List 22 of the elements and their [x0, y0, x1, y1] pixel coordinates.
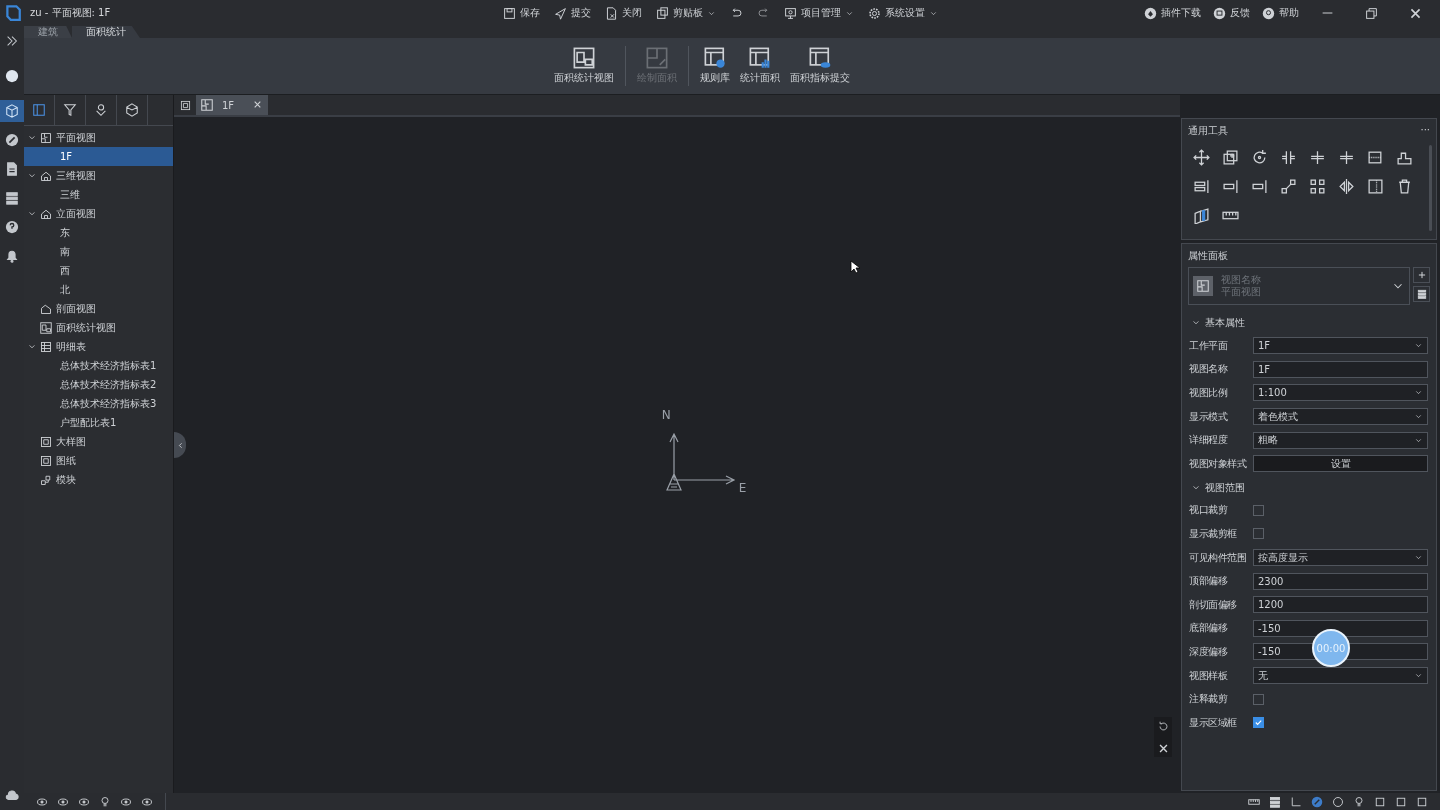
property-label: 注释裁剪 — [1189, 692, 1229, 707]
property-label: 视图名称 — [1189, 362, 1229, 377]
type-label: 视图名称 — [1221, 274, 1262, 286]
property-label: 顶部偏移 — [1189, 574, 1229, 589]
property-label: 显示裁剪框 — [1189, 526, 1238, 541]
window-title: zu - 平面视图: 1F — [30, 6, 111, 20]
panel-title: 属性面板 — [1188, 249, 1228, 263]
property-label: 深度偏移 — [1189, 644, 1229, 659]
property-label: 显示区域框 — [1189, 715, 1238, 730]
property-label: 剖切面偏移 — [1189, 597, 1238, 612]
property-label: 可见构件范围 — [1189, 550, 1247, 565]
property-label: 视图样板 — [1189, 668, 1229, 683]
property-label: 底部偏移 — [1189, 621, 1229, 636]
east-label: E — [738, 481, 747, 495]
property-label: 显示模式 — [1189, 409, 1229, 424]
property-label: 视图比例 — [1189, 386, 1229, 400]
property-label: 视图对象样式 — [1189, 456, 1248, 471]
property-label: 详细程度 — [1189, 433, 1229, 448]
panel-title: 通用工具 — [1188, 124, 1228, 138]
property-label: 视口裁剪 — [1189, 503, 1229, 518]
property-label: 工作平面 — [1189, 338, 1229, 353]
north-label: N — [661, 408, 671, 422]
